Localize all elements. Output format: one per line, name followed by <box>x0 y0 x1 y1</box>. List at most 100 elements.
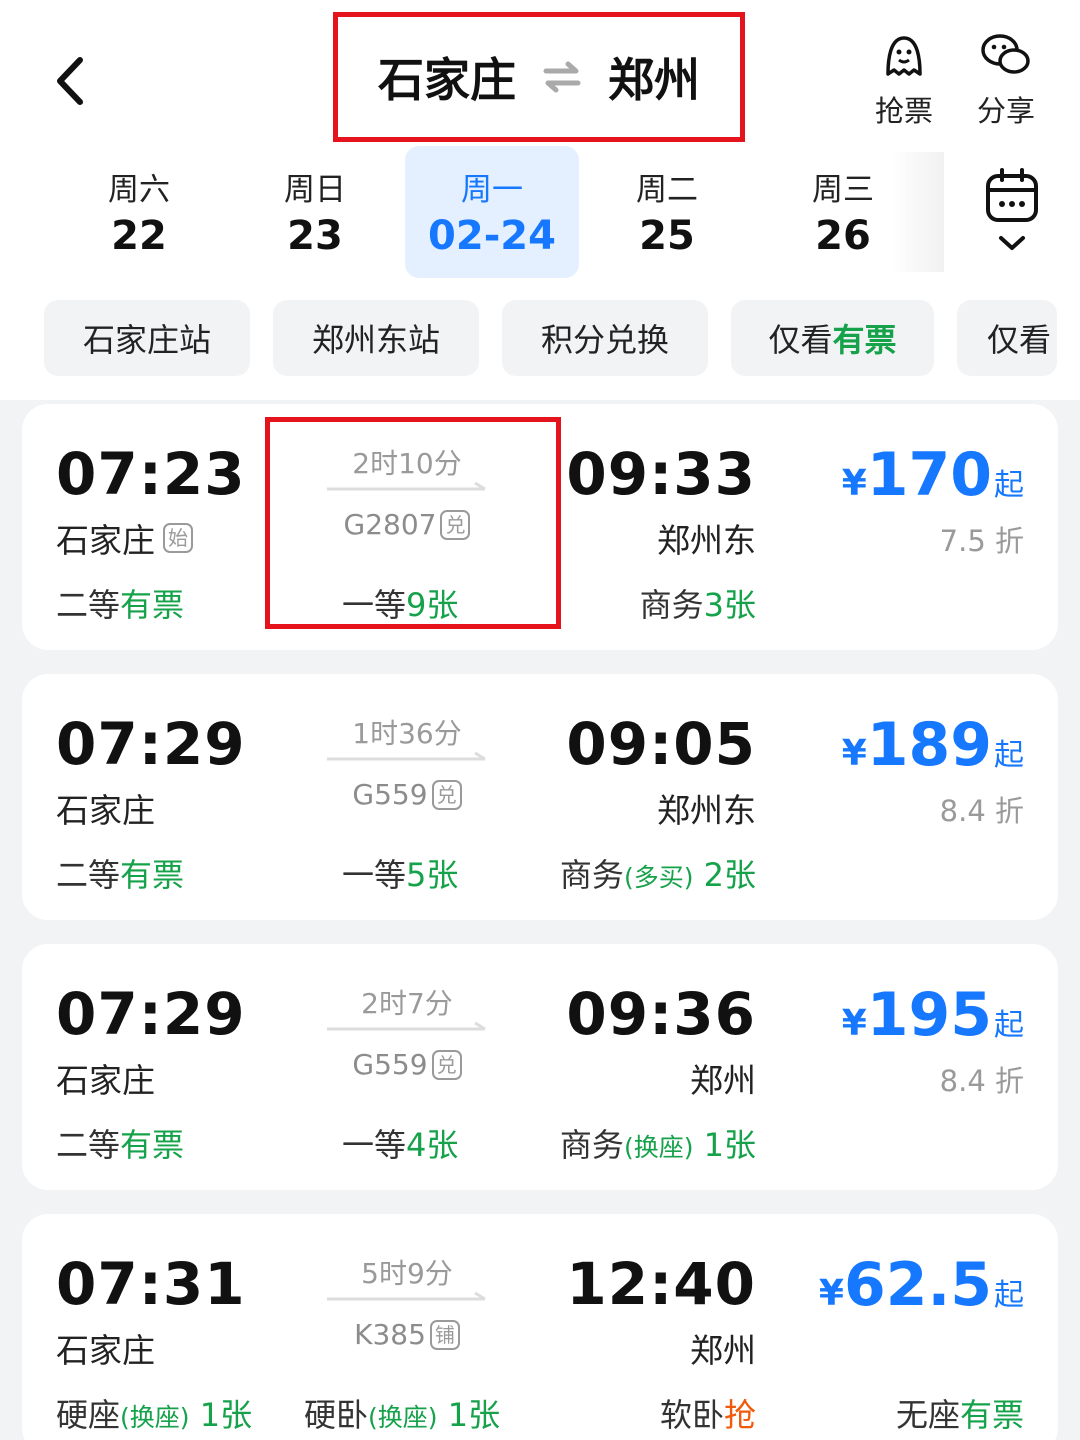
filter-more[interactable]: 仅看 <box>957 300 1057 376</box>
direction-arrow-icon <box>327 1022 486 1031</box>
seat-note: (换座) <box>623 1133 694 1162</box>
origin-tag: 始 <box>163 523 193 553</box>
station-name: 石家庄 <box>56 521 155 560</box>
currency-symbol: ¥ <box>818 1273 844 1314</box>
seat-unit: 张 <box>468 1396 501 1434</box>
price-value: 62.5 <box>843 1250 992 1320</box>
price-value: 195 <box>866 980 992 1050</box>
departure-time: 07:29 <box>56 710 246 778</box>
day-label: 02-24 <box>428 213 556 259</box>
seat-count: 1 <box>447 1396 469 1434</box>
duration: 1时36分 <box>352 717 462 750</box>
price-suffix: 起 <box>994 468 1024 503</box>
train-card[interactable]: 07:29 石家庄 二等有票 1时36分 G559 兑 一等5张 09:05 郑… <box>22 674 1058 920</box>
filter-zhengzhou-east-station[interactable]: 郑州东站 <box>273 300 479 376</box>
train-number[interactable]: G559 兑 <box>327 1048 487 1081</box>
arrival-time: 09:05 <box>566 710 756 778</box>
seat-business-class[interactable]: 商务3张 <box>640 580 756 626</box>
seat-hard-sleeper[interactable]: 硬卧(换座) 1张 <box>304 1390 500 1436</box>
train-number[interactable]: G559 兑 <box>327 778 487 811</box>
train-code: G559 <box>352 778 428 811</box>
seat-class: 商务 <box>559 856 624 894</box>
price: ¥62.5 起 <box>819 1250 1024 1320</box>
station-name: 郑州东 <box>657 791 756 830</box>
chip-label: 仅看 <box>987 321 1052 359</box>
discount: 8.4 折 <box>939 794 1024 828</box>
seat-unit: 张 <box>723 856 756 894</box>
departure-time: 07:31 <box>56 1250 246 1318</box>
seat-note: (换座) <box>368 1403 438 1432</box>
seat-count: 1 <box>703 1126 724 1164</box>
seat-unit: 张 <box>723 1126 756 1164</box>
date-sun[interactable]: 周日 23 <box>228 146 402 278</box>
weekday-label: 周二 <box>636 172 698 208</box>
calendar-icon[interactable] <box>980 166 1044 256</box>
seat-class: 硬座 <box>56 1396 121 1434</box>
seat-status: 有票 <box>959 1396 1024 1434</box>
seat-second-class[interactable]: 二等有票 <box>56 1120 184 1166</box>
station-name: 郑州 <box>690 1331 756 1370</box>
station-name: 石家庄 <box>56 791 155 830</box>
seat-hard-seat[interactable]: 硬座(换座) 1张 <box>56 1390 252 1436</box>
scroll-fade <box>890 152 944 272</box>
back-arrow-icon[interactable] <box>44 46 104 116</box>
price-suffix: 起 <box>994 738 1024 773</box>
chip-label: 积分兑换 <box>540 321 669 359</box>
weekday-label: 周日 <box>284 172 346 208</box>
seat-soft-sleeper[interactable]: 软卧抢 <box>660 1390 756 1436</box>
grab-status: 抢 <box>723 1396 756 1434</box>
seat-status: 有票 <box>120 856 185 894</box>
ghost-icon <box>886 36 922 76</box>
departure-time: 07:23 <box>56 440 246 508</box>
grab-ticket-button[interactable]: 抢票 <box>864 30 944 130</box>
seat-class: 二等 <box>56 586 121 624</box>
berth-tag: 铺 <box>429 1319 460 1350</box>
station-name: 石家庄 <box>56 1061 155 1100</box>
to-city[interactable]: 郑州 <box>608 44 700 110</box>
from-city[interactable]: 石家庄 <box>378 44 516 110</box>
discount: 8.4 折 <box>939 1064 1024 1098</box>
chip-label: 仅看 <box>768 321 833 359</box>
price-value: 189 <box>866 710 992 780</box>
date-tue[interactable]: 周二 25 <box>580 146 754 278</box>
day-label: 22 <box>111 213 167 259</box>
arrival-time: 09:33 <box>566 440 756 508</box>
seat-business-class[interactable]: 商务(换座) 1张 <box>560 1120 756 1166</box>
seat-business-class[interactable]: 商务(多买) 2张 <box>560 850 756 896</box>
date-mon-selected[interactable]: 周一 02-24 <box>405 146 579 278</box>
filter-shijiazhuang-station[interactable]: 石家庄站 <box>44 300 250 376</box>
train-card[interactable]: 07:31 石家庄 硬座(换座) 1张 5时9分 K385 铺 硬卧(换座) 1… <box>22 1214 1058 1440</box>
seat-status: 有票 <box>120 586 185 624</box>
seat-first-class[interactable]: 一等4张 <box>342 1120 458 1166</box>
weekday-label: 周一 <box>461 172 523 208</box>
seat-standing[interactable]: 无座有票 <box>896 1390 1024 1436</box>
seat-note: (多买) <box>623 863 694 892</box>
direction-arrow-icon <box>327 1292 486 1301</box>
share-label: 分享 <box>976 94 1035 128</box>
seat-class: 软卧 <box>659 1396 724 1434</box>
swap-icon[interactable] <box>542 59 582 95</box>
share-button[interactable]: 分享 <box>966 30 1046 130</box>
day-label: 25 <box>639 213 695 259</box>
price-suffix: 起 <box>994 1008 1024 1043</box>
arrival-station: 郑州东 <box>657 514 756 562</box>
filter-points-exchange[interactable]: 积分兑换 <box>502 300 708 376</box>
seat-second-class[interactable]: 二等有票 <box>56 580 184 626</box>
seat-class: 商务 <box>559 1126 624 1164</box>
seat-second-class[interactable]: 二等有票 <box>56 850 184 896</box>
seat-count: 5 <box>406 856 427 894</box>
filter-available-only[interactable]: 仅看 有票 <box>731 300 934 376</box>
arrival-time: 12:40 <box>566 1250 756 1318</box>
route-title[interactable]: 石家庄 郑州 <box>333 12 745 142</box>
chip-label: 郑州东站 <box>311 321 440 359</box>
seat-class: 一等 <box>342 1126 407 1164</box>
seat-first-class[interactable]: 一等5张 <box>342 850 458 896</box>
train-card[interactable]: 07:29 石家庄 二等有票 2时7分 G559 兑 一等4张 09:36 郑州… <box>22 944 1058 1190</box>
station-name: 郑州 <box>690 1061 756 1100</box>
train-number[interactable]: K385 铺 <box>327 1318 487 1351</box>
seat-class: 无座 <box>895 1396 960 1434</box>
date-sat[interactable]: 周六 22 <box>52 146 226 278</box>
departure-station: 石家庄 <box>56 784 155 832</box>
seat-unit: 张 <box>426 856 459 894</box>
duration: 2时7分 <box>361 987 453 1020</box>
